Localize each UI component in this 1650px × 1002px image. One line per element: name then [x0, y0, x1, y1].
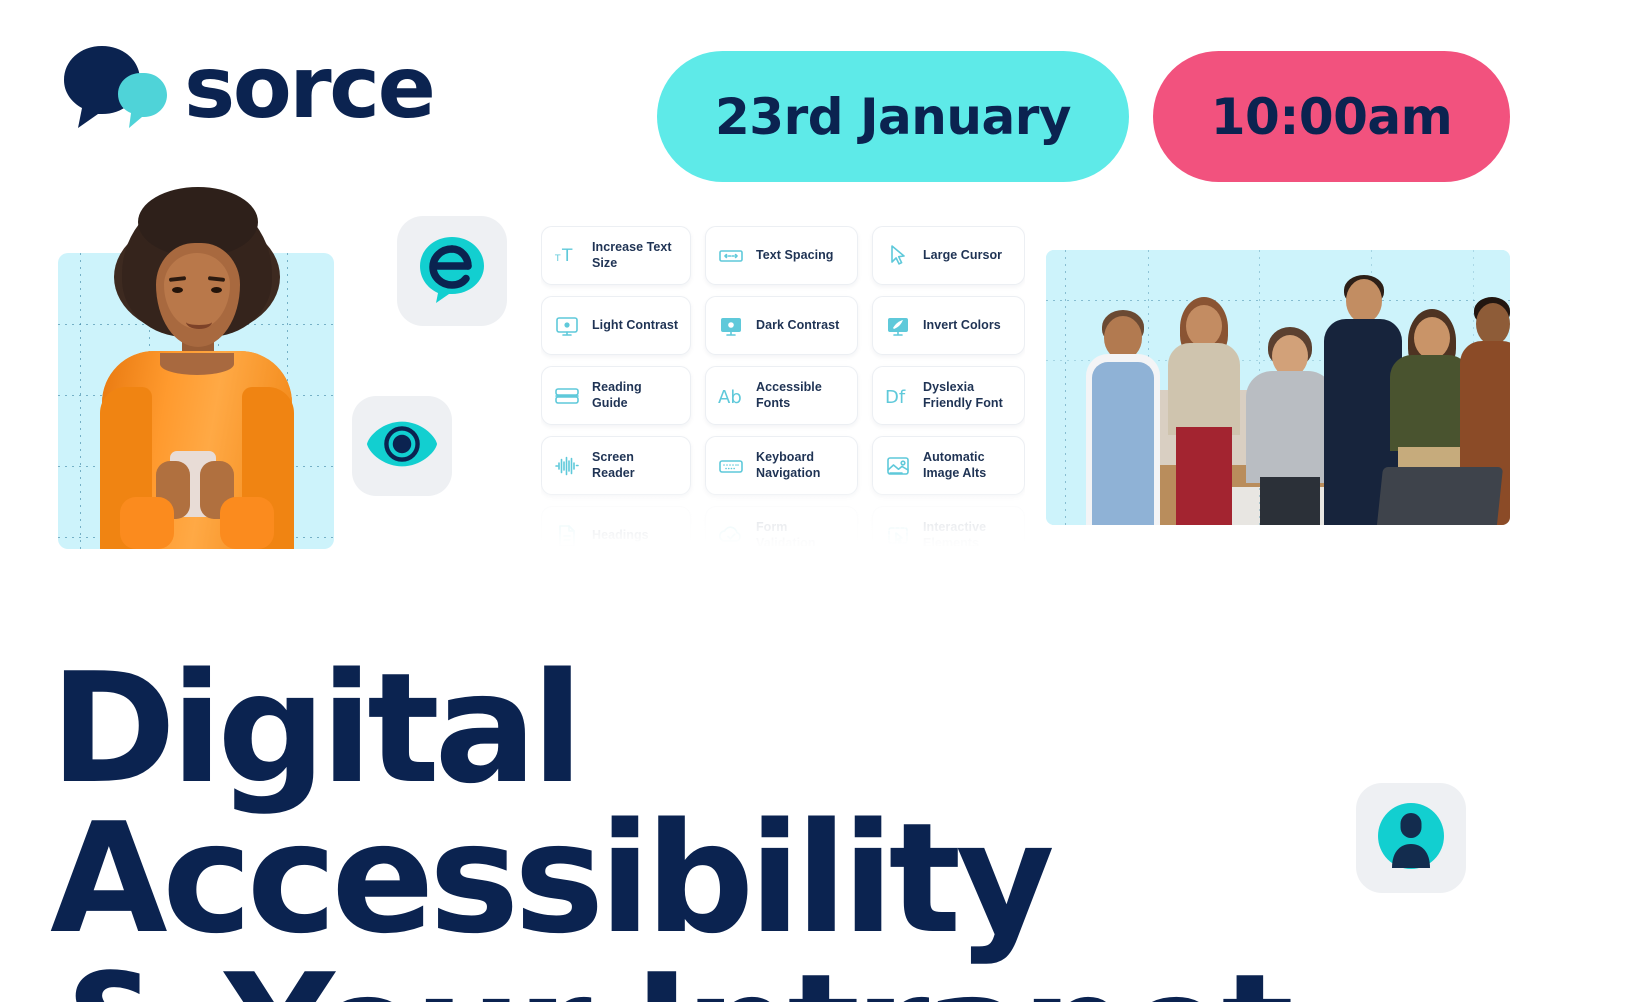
laptop — [1376, 467, 1504, 525]
a11y-tile-increase-text-size[interactable]: T T Increase Text Size — [541, 226, 691, 285]
eye-accessibility-icon-tile[interactable] — [352, 396, 452, 496]
event-time-pill: 10:00am — [1153, 51, 1510, 182]
a11y-tile-label: Dyslexia Friendly Font — [923, 380, 1003, 410]
right-photo-block: Diverse group of six colleagues smiling … — [1046, 250, 1510, 525]
svg-text:T: T — [561, 246, 573, 266]
keyboard-navigation-icon — [716, 451, 746, 481]
text-spacing-icon — [716, 241, 746, 271]
a11y-tile-label: Automatic Image Alts — [923, 450, 987, 480]
a11y-tile-label: Form Validation — [756, 520, 816, 546]
photo-person — [1080, 310, 1166, 525]
event-date-pill: 23rd January — [657, 51, 1129, 182]
sorce-e-bubble-icon-tile[interactable] — [397, 216, 507, 326]
reading-guide-icon — [552, 381, 582, 411]
a11y-tile-reading-guide[interactable]: Reading Guide — [541, 366, 691, 425]
a11y-tile-dyslexia-font[interactable]: Df Dyslexia Friendly Font — [872, 366, 1025, 425]
svg-text:Ab: Ab — [718, 387, 742, 408]
a11y-tile-label: Headings — [592, 527, 649, 542]
a11y-tile-keyboard-navigation[interactable]: Keyboard Navigation — [705, 436, 858, 495]
left-photo-block: Smiling woman in orange sweater holding … — [58, 186, 334, 549]
a11y-tile-label: Light Contrast — [592, 317, 679, 332]
a11y-tile-text-spacing[interactable]: Text Spacing — [705, 226, 858, 285]
a11y-tile-label: Dark Contrast — [756, 317, 840, 332]
a11y-tile-label: Invert Colors — [923, 317, 1001, 332]
accessible-fonts-icon: Ab — [716, 381, 746, 411]
brand-wordmark: sorce — [184, 38, 436, 138]
a11y-tile-dark-contrast[interactable]: Dark Contrast — [705, 296, 858, 355]
a11y-tile-label: Large Cursor — [923, 247, 1003, 262]
sorce-logo[interactable]: sorce — [58, 38, 436, 138]
a11y-tile-label: Accessible Fonts — [756, 380, 822, 410]
left-photo-person — [94, 187, 300, 549]
dark-contrast-icon — [716, 311, 746, 341]
a11y-tile-headings[interactable]: Headings — [541, 506, 691, 546]
interactive-elements-icon — [883, 521, 913, 547]
event-time-text: 10:00am — [1210, 87, 1453, 146]
large-cursor-icon — [883, 241, 913, 271]
sorce-e-bubble-icon — [416, 233, 488, 310]
svg-text:T: T — [554, 254, 561, 264]
event-date-text: 23rd January — [715, 87, 1071, 146]
automatic-image-alts-icon — [883, 451, 913, 481]
form-validation-icon — [716, 521, 746, 547]
increase-text-size-icon: TT — [552, 241, 582, 271]
a11y-tile-label: Keyboard Navigation — [756, 450, 821, 480]
a11y-tile-screen-reader[interactable]: Screen Reader — [541, 436, 691, 495]
headline-line-1: Digital Accessibility — [50, 639, 1055, 968]
a11y-tile-label: Interactive Elements — [923, 520, 987, 546]
a11y-tile-light-contrast[interactable]: Light Contrast — [541, 296, 691, 355]
headline-line-2: & Your Intranet — [50, 953, 1530, 1002]
eye-accessibility-icon — [365, 419, 439, 474]
a11y-tile-form-validation[interactable]: Form Validation — [705, 506, 858, 546]
page-title: Digital Accessibility & Your Intranet — [50, 652, 1530, 1002]
headings-icon — [552, 521, 582, 546]
banner-canvas: sorce 23rd January 10:00am T T Increase … — [0, 0, 1650, 1002]
speech-bubbles-logo-icon — [58, 40, 176, 136]
a11y-tile-label: Screen Reader — [592, 450, 635, 480]
a11y-tile-label: Reading Guide — [592, 380, 642, 410]
light-contrast-icon — [552, 311, 582, 341]
left-photo-alt-text: Smiling woman in orange sweater holding … — [58, 186, 59, 187]
right-photo-scene — [1046, 250, 1510, 525]
screen-reader-icon — [552, 451, 582, 481]
dyslexia-font-icon: Df — [883, 381, 913, 411]
a11y-tile-label: Text Spacing — [756, 247, 834, 262]
a11y-tile-label: Increase Text Size — [592, 240, 672, 270]
a11y-tile-interactive-elements[interactable]: Interactive Elements — [872, 506, 1025, 546]
photo-person — [1164, 297, 1244, 525]
a11y-tile-large-cursor[interactable]: Large Cursor — [872, 226, 1025, 285]
accessibility-toolbar-grid: T T Increase Text Size Text Spacing Large Cu… — [541, 226, 1025, 546]
a11y-tile-automatic-image-alts[interactable]: Automatic Image Alts — [872, 436, 1025, 495]
invert-colors-icon — [883, 311, 913, 341]
a11y-tile-invert-colors[interactable]: Invert Colors — [872, 296, 1025, 355]
a11y-tile-accessible-fonts[interactable]: Ab Accessible Fonts — [705, 366, 858, 425]
svg-text:Df: Df — [885, 387, 906, 408]
